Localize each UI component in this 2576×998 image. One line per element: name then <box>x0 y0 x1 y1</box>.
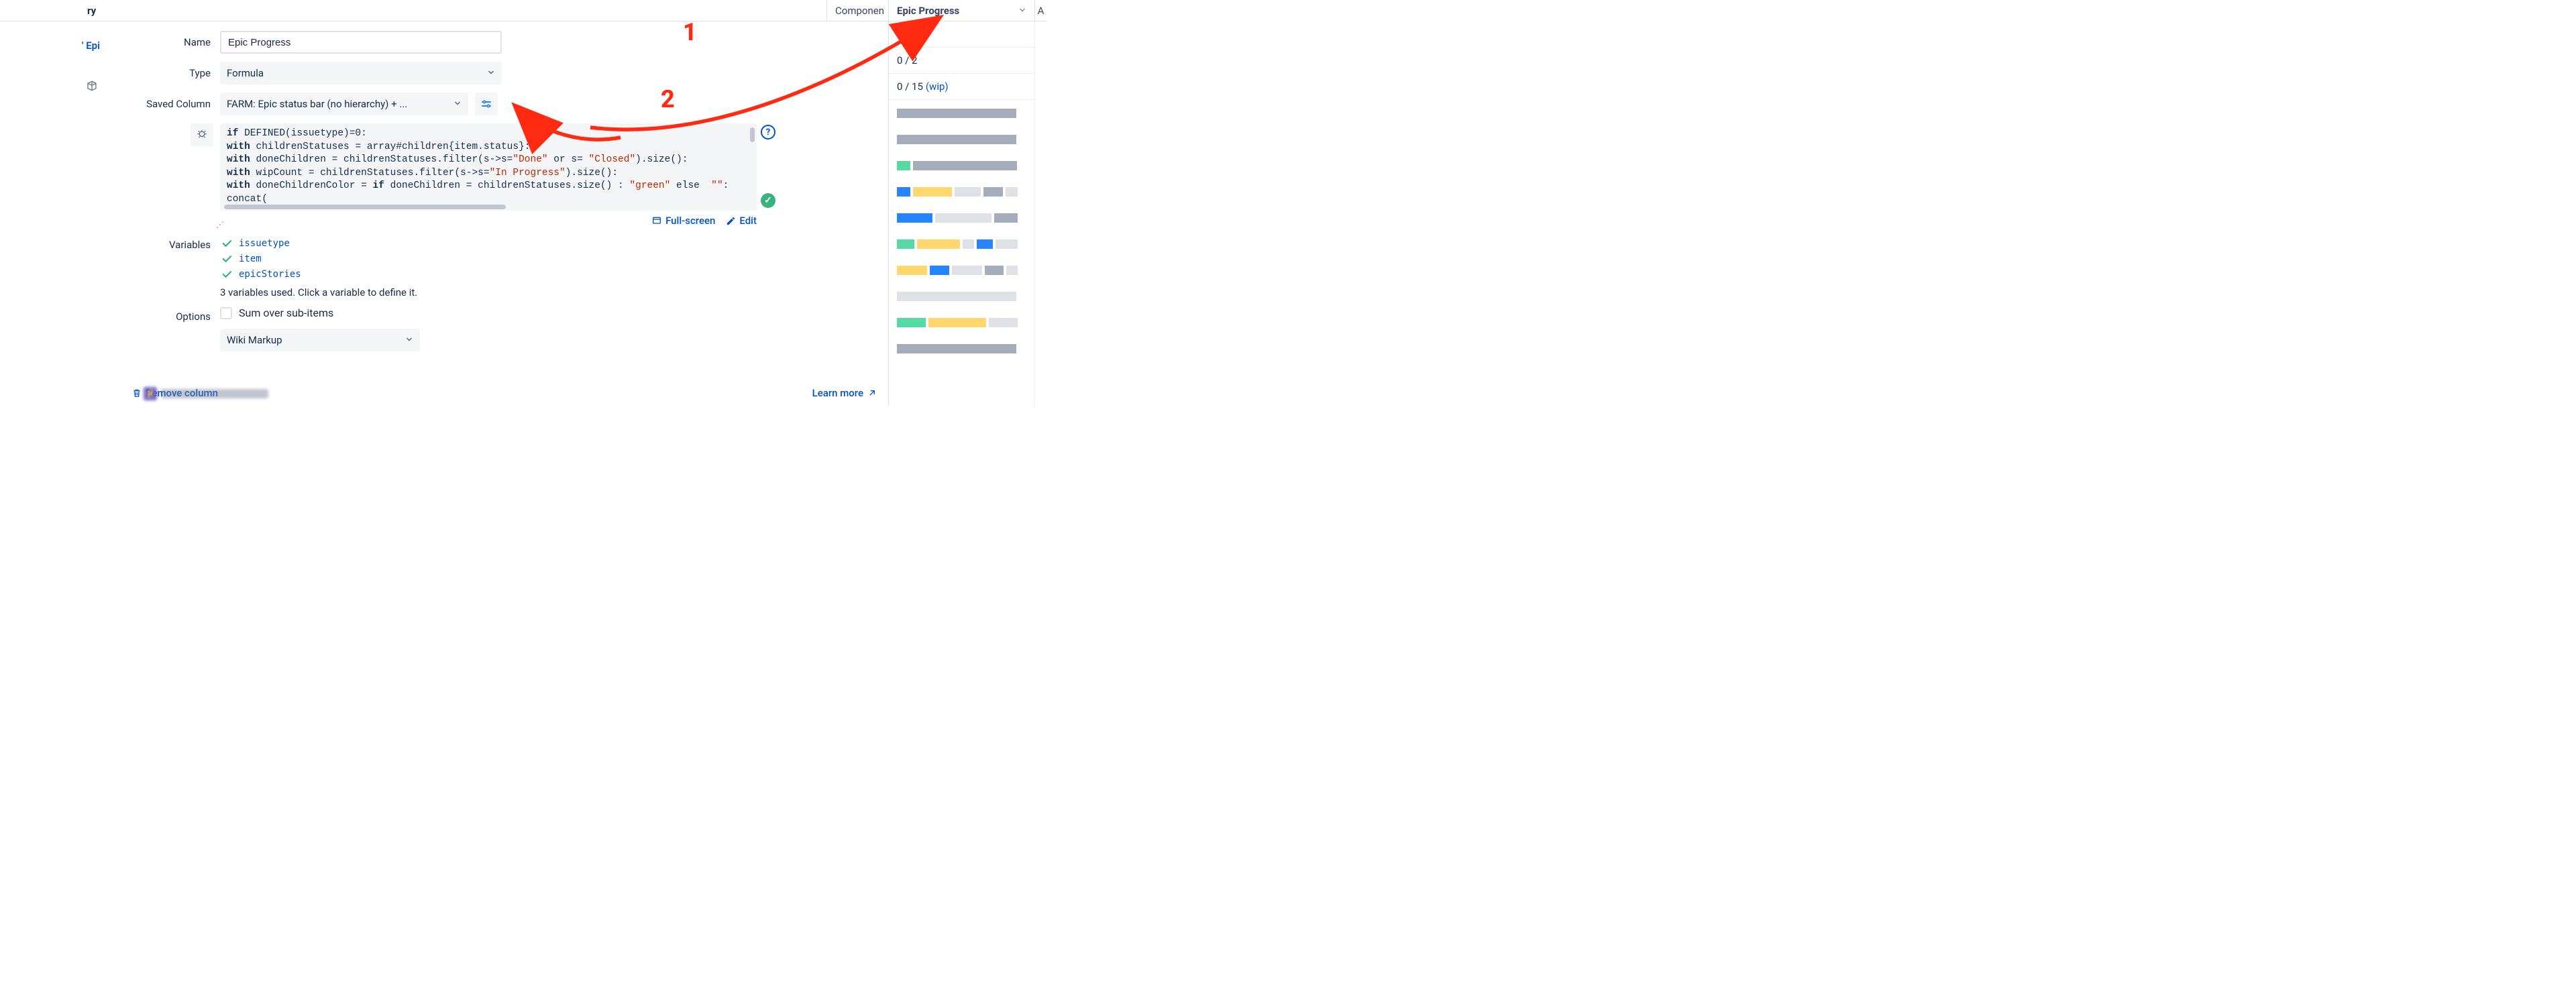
progress-bar-cell <box>889 335 1034 362</box>
progress-text-cell: 0 / 2 <box>889 48 1034 74</box>
formula-valid-icon: ✓ <box>761 193 775 208</box>
variable-name: item <box>239 254 262 264</box>
progress-text-cell: 0 / 9 <box>889 21 1034 48</box>
scrollbar-vertical[interactable] <box>750 127 755 142</box>
fullscreen-icon <box>651 215 662 226</box>
epic-progress-column-label: Epic Progress <box>897 5 959 17</box>
variable-row[interactable]: epicStories <box>220 268 417 281</box>
progress-bar-cell <box>889 126 1034 152</box>
options-label: Options <box>131 307 220 323</box>
blurred-tree-row: ⚡ <box>131 384 292 403</box>
chevron-right-icon <box>131 388 140 399</box>
progress-bar-cell <box>889 205 1034 231</box>
progress-bar-cell <box>889 178 1034 205</box>
checkbox-icon <box>220 307 232 319</box>
name-input[interactable] <box>220 31 502 54</box>
full-screen-link[interactable]: Full-screen <box>651 215 715 227</box>
formula-code: if DEFINED(issuetype)=0: with childrenSt… <box>220 123 757 210</box>
check-icon <box>220 252 233 266</box>
variables-label: Variables <box>131 235 220 251</box>
pencil-icon <box>726 216 736 226</box>
column-editor-panel: Name Type Formula Saved Column FARM: Epi… <box>121 21 888 406</box>
header-fragment: ry <box>0 5 121 17</box>
variables-note: 3 variables used. Click a variable to de… <box>220 286 417 298</box>
formula-editor[interactable]: if DEFINED(issuetype)=0: with childrenSt… <box>220 123 757 211</box>
format-select[interactable]: Wiki Markup <box>220 329 420 351</box>
check-icon <box>220 237 233 250</box>
epic-progress-column-header[interactable]: Epic Progress <box>888 0 1034 21</box>
tree-sidebar: ' Epi <box>0 21 121 406</box>
help-icon[interactable]: ? <box>761 125 775 140</box>
resize-grip-icon[interactable]: ⋰ <box>216 220 223 229</box>
chevron-down-icon <box>453 98 462 110</box>
wip-suffix[interactable]: (wip) <box>926 80 949 93</box>
external-link-icon <box>867 388 877 398</box>
tree-child-item[interactable] <box>0 52 121 92</box>
bug-icon <box>196 127 208 142</box>
saved-column-value: FARM: Epic status bar (no hierarchy) + .… <box>227 98 407 110</box>
name-label: Name <box>131 36 220 48</box>
progress-bar-cell <box>889 231 1034 257</box>
progress-bar-cell <box>889 100 1034 126</box>
type-select-value: Formula <box>227 67 264 79</box>
chevron-down-icon <box>487 67 495 79</box>
sliders-icon <box>480 98 492 110</box>
debug-button[interactable] <box>191 123 213 146</box>
variable-row[interactable]: issuetype <box>220 237 417 250</box>
chevron-down-icon <box>405 334 413 346</box>
progress-bar-cell <box>889 283 1034 309</box>
column-header-row: ry Componen Epic Progress A <box>0 0 1046 21</box>
progress-text-cell: 0 / 15 (wip) <box>889 74 1034 100</box>
column-settings-button[interactable] <box>475 93 498 115</box>
cube-icon <box>86 80 98 92</box>
extra-column-header[interactable]: A <box>1034 0 1046 21</box>
progress-bar-cell <box>889 152 1034 178</box>
progress-bar-cell <box>889 309 1034 335</box>
variable-name: epicStories <box>239 269 301 280</box>
type-label: Type <box>131 67 220 79</box>
component-column-header[interactable]: Componen <box>826 0 888 21</box>
saved-column-select[interactable]: FARM: Epic status bar (no hierarchy) + .… <box>220 93 468 115</box>
variable-row[interactable]: item <box>220 252 417 266</box>
sum-over-subitems-option[interactable]: Sum over sub-items <box>220 307 420 319</box>
saved-column-label: Saved Column <box>131 98 220 110</box>
scrollbar-horizontal[interactable] <box>224 205 506 209</box>
edit-link[interactable]: Edit <box>726 215 757 227</box>
progress-bar-cell <box>889 257 1034 283</box>
tree-epic-item[interactable]: ' Epi <box>0 30 121 52</box>
chevron-down-icon <box>1018 5 1026 17</box>
format-select-value: Wiki Markup <box>227 334 282 346</box>
learn-more-link[interactable]: Learn more <box>812 387 877 399</box>
variable-name: issuetype <box>239 238 290 249</box>
check-icon <box>220 268 233 281</box>
epic-icon: ⚡ <box>144 387 157 400</box>
epic-progress-column: 0 / 9 0 / 2 0 / 15 (wip) <box>888 21 1034 406</box>
type-select[interactable]: Formula <box>220 62 502 85</box>
